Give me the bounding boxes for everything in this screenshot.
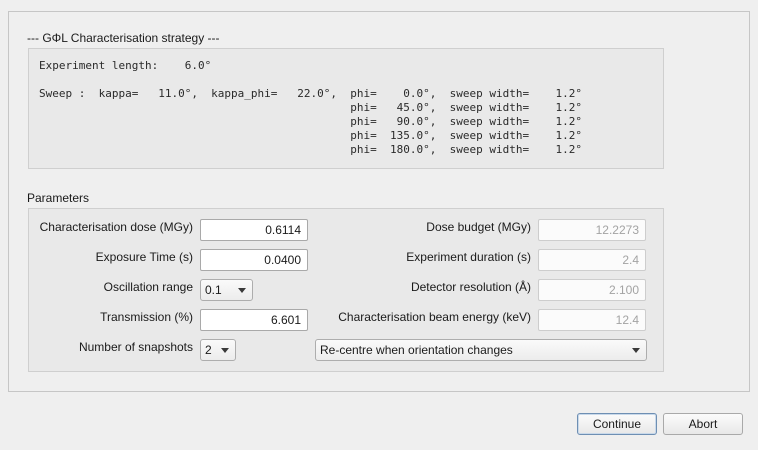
chevron-down-icon [632, 348, 640, 353]
oscillation-range-select[interactable]: 0.1 [200, 279, 253, 301]
sweep-line: phi= 90.0°, sweep width= 1.2° [39, 115, 583, 128]
sweep-line: Sweep : kappa= 11.0°, kappa_phi= 22.0°, … [39, 87, 583, 100]
strategy-display: Experiment length: 6.0° Sweep : kappa= 1… [28, 48, 664, 169]
number-of-snapshots-value: 2 [205, 343, 212, 357]
number-of-snapshots-select[interactable]: 2 [200, 339, 236, 361]
beam-energy-field [538, 309, 646, 331]
experiment-length-text: Experiment length: 6.0° [39, 59, 212, 72]
oscillation-range-label: Oscillation range [103, 280, 193, 294]
detector-resolution-field [538, 279, 646, 301]
characterisation-dose-field[interactable] [200, 219, 308, 241]
oscillation-range-value: 0.1 [205, 283, 222, 297]
number-of-snapshots-label: Number of snapshots [78, 340, 193, 354]
recentre-mode-select[interactable]: Re-centre when orientation changes [315, 339, 647, 361]
chevron-down-icon [221, 348, 229, 353]
abort-button[interactable]: Abort [663, 413, 743, 435]
dose-budget-label: Dose budget (MGy) [426, 220, 531, 234]
chevron-down-icon [238, 288, 246, 293]
continue-button[interactable]: Continue [577, 413, 657, 435]
dose-budget-field [538, 219, 646, 241]
strategy-group-title: --- GΦL Characterisation strategy --- [27, 31, 220, 45]
beam-energy-label: Characterisation beam energy (keV) [338, 310, 531, 324]
exposure-time-field[interactable] [200, 249, 308, 271]
exposure-time-label: Exposure Time (s) [95, 250, 193, 264]
experiment-duration-label: Experiment duration (s) [406, 250, 531, 264]
experiment-duration-field [538, 249, 646, 271]
transmission-field[interactable] [200, 309, 308, 331]
recentre-mode-value: Re-centre when orientation changes [320, 343, 513, 357]
detector-resolution-label: Detector resolution (Å) [410, 280, 531, 294]
transmission-label: Transmission (%) [100, 310, 193, 324]
sweep-line: phi= 45.0°, sweep width= 1.2° [39, 101, 583, 114]
sweep-line: phi= 135.0°, sweep width= 1.2° [39, 129, 583, 142]
sweep-line: phi= 180.0°, sweep width= 1.2° [39, 143, 583, 156]
characterisation-dose-label: Characterisation dose (MGy) [39, 220, 193, 234]
parameters-group-title: Parameters [27, 191, 90, 205]
